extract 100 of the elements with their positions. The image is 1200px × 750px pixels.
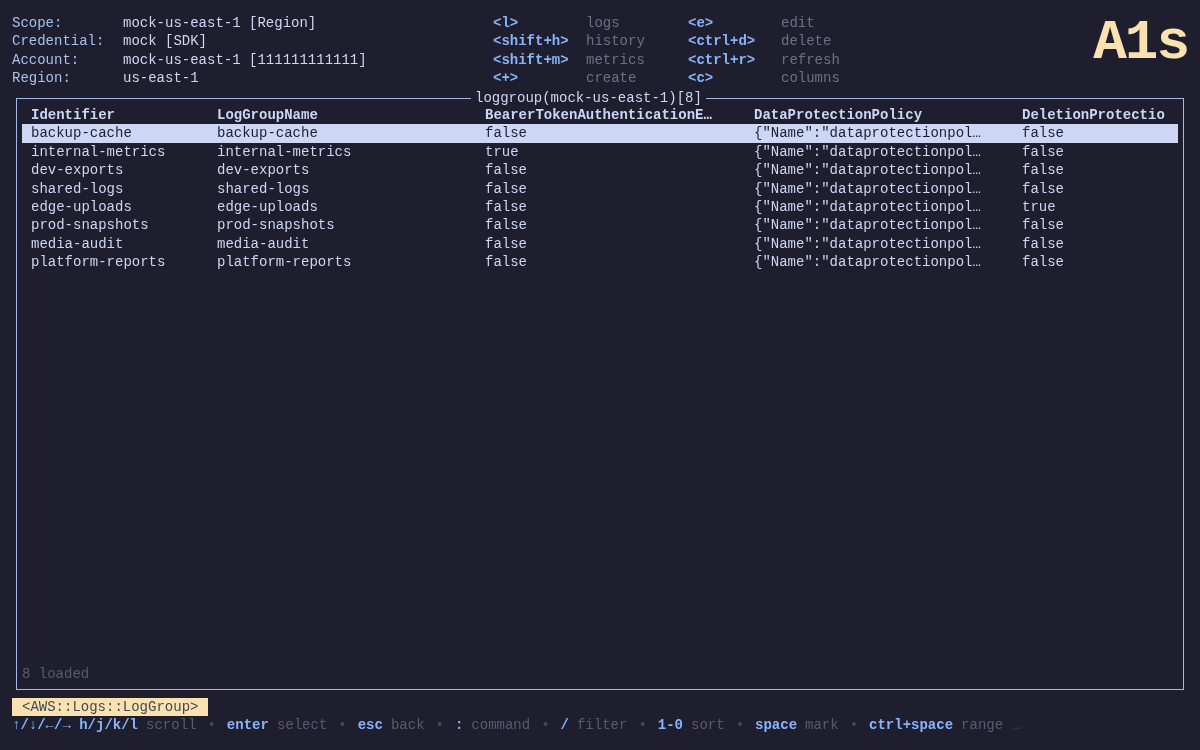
shortcut-key: <ctrl+r> <box>688 50 781 70</box>
table-cell-text: {"Name":"dataprotectionpol… <box>754 198 982 217</box>
table-cell-text: {"Name":"dataprotectionpol… <box>754 216 982 235</box>
table-cell-text: false <box>1022 253 1065 272</box>
column-header: BearerTokenAuthenticationE… <box>485 106 713 125</box>
shortcut-action: history <box>586 32 645 51</box>
table-row[interactable]: shared-logs shared-logs false {"Name":"dataprotectionpol… false <box>22 179 1178 199</box>
table-cell-text: backup-cache <box>31 124 133 143</box>
shortcut-action: metrics <box>586 50 645 70</box>
separator: • <box>734 716 746 735</box>
table-cell-text: dev-exports <box>217 161 311 180</box>
shortcut-action: edit <box>781 14 815 33</box>
column-header: DataProtectionPolicy <box>754 106 924 125</box>
shortcut-key: <e> <box>688 14 781 33</box>
status-text: 8 loaded <box>22 664 90 683</box>
shortcut-action: refresh <box>781 50 840 70</box>
table-cell-text: false <box>485 198 528 217</box>
shortcut-action: logs <box>586 14 620 33</box>
table-cell-text: false <box>485 161 528 180</box>
table-cell-text: {"Name":"dataprotectionpol… <box>754 124 982 143</box>
table-cell-text: true <box>1022 198 1057 217</box>
column-header: LogGroupName <box>217 106 319 125</box>
hint-action: select <box>276 716 328 735</box>
table-cell-text: false <box>485 179 528 199</box>
context-value: us-east-1 <box>123 69 199 88</box>
table-cell-text: prod-snapshots <box>31 216 150 235</box>
context-value: mock [SDK] <box>123 32 207 51</box>
table-row[interactable]: edge-uploads edge-uploads false {"Name":"dataprotectionpol… true <box>22 198 1178 217</box>
panel-title: loggroup(mock-us-east-1)[8] <box>471 89 706 108</box>
shortcut-key: <ctrl+d> <box>688 32 781 51</box>
table-row[interactable]: dev-exports dev-exports false {"Name":"dataprotectionpol… false <box>22 161 1178 180</box>
table-row[interactable]: internal-metrics internal-metrics true {"Name":"dataprotectionpol… false <box>22 142 1178 162</box>
separator: • <box>206 716 217 735</box>
resource-tag: <AWS::Logs::LogGroup> <box>12 698 209 716</box>
shortcut-action: delete <box>781 32 832 51</box>
table-row[interactable]: backup-cache backup-cache false {"Name":"dataprotectionpol… false <box>22 124 1178 143</box>
table-cell-text: false <box>485 253 528 272</box>
table-cell-text: backup-cache <box>217 124 319 143</box>
table-cell-text: platform-reports <box>217 253 353 272</box>
table-cell-text: false <box>1022 161 1065 180</box>
shortcut-action: create <box>586 69 637 88</box>
table-cell-text: shared-logs <box>31 179 125 199</box>
table-cell-text: shared-logs <box>217 179 311 199</box>
table-row[interactable]: prod-snapshots prod-snapshots false {"Name":"dataprotectionpol… false <box>22 216 1178 235</box>
hint-key: / <box>560 716 569 735</box>
table-cell-text: false <box>1022 234 1065 254</box>
app-logo: A1s <box>1093 18 1188 68</box>
context-label: Scope: <box>12 14 64 33</box>
separator: • <box>637 716 648 735</box>
hint-action: filter <box>576 716 628 735</box>
hint-action: command <box>471 716 531 735</box>
separator: • <box>434 716 445 735</box>
context-label: Region: <box>12 69 72 88</box>
shortcut-key: <c> <box>688 69 781 88</box>
hint-action: range <box>961 716 1004 735</box>
context-label: Account: <box>12 50 81 70</box>
hint-key: ctrl+space <box>869 716 954 735</box>
shortcut-key: <shift+m> <box>493 50 586 70</box>
column-header: Identifier <box>31 106 116 125</box>
table-cell-text: false <box>485 216 528 235</box>
table-row[interactable]: platform-reports platform-reports false {"Name":"dataprotectionpol… false <box>22 253 1178 272</box>
separator: • <box>337 716 348 735</box>
hint-action: scroll <box>146 716 197 735</box>
table-cell-text: platform-reports <box>31 253 167 272</box>
table-cell-text: false <box>485 124 528 143</box>
hint-key: : <box>454 716 464 735</box>
separator: • <box>848 716 860 735</box>
hint-action: back <box>390 716 425 735</box>
table-cell-text: prod-snapshots <box>217 216 336 235</box>
table-cell-text: false <box>485 234 528 254</box>
table-cell-text: internal-metrics <box>31 142 167 162</box>
hint-action: mark <box>805 716 839 735</box>
hint-key: 1-0 <box>657 716 683 735</box>
hint-key: enter <box>226 716 269 735</box>
table-cell-text: {"Name":"dataprotectionpol… <box>754 142 982 162</box>
table-cell-text: true <box>485 142 520 162</box>
table-cell-text: {"Name":"dataprotectionpol… <box>754 253 982 272</box>
context-value: mock-us-east-1 [111111111111] <box>123 50 367 70</box>
shortcut-key: <l> <box>493 14 586 33</box>
hint-key: esc <box>357 716 383 735</box>
hint-key: space <box>755 716 798 735</box>
table-row[interactable]: media-audit media-audit false {"Name":"dataprotectionpol… false <box>22 234 1178 254</box>
table-cell-text: false <box>1022 142 1065 162</box>
hint-key: ↑/↓/←/→ h/j/k/l <box>12 716 139 735</box>
table-cell-text: edge-uploads <box>217 198 319 217</box>
table-cell-text: {"Name":"dataprotectionpol… <box>754 234 982 254</box>
context-label: Credential: <box>12 32 106 51</box>
context-value: mock-us-east-1 [Region] <box>123 14 317 33</box>
shortcut-action: columns <box>781 69 840 88</box>
table-cell-text: edge-uploads <box>31 198 133 217</box>
table-cell-text: {"Name":"dataprotectionpol… <box>754 179 982 199</box>
shortcut-key: <+> <box>493 69 586 88</box>
table-cell-text: dev-exports <box>31 161 125 180</box>
table-cell-text: media-audit <box>217 234 311 254</box>
hint-action: sort <box>691 716 725 735</box>
table-cell-text: media-audit <box>31 234 125 254</box>
table-cell-text: false <box>1022 124 1065 143</box>
table-cell-text: false <box>1022 216 1065 235</box>
table-cell-text: internal-metrics <box>217 142 353 162</box>
column-header: DeletionProtectio <box>1022 106 1166 125</box>
